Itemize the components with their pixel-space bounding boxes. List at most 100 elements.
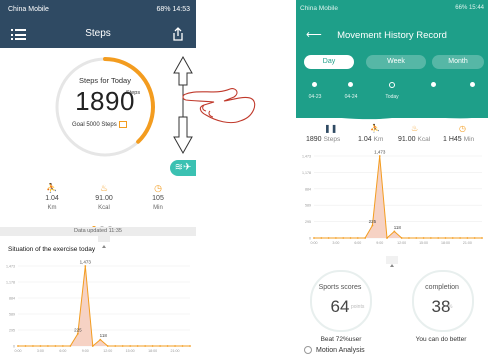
day-dot-selected[interactable] [389,82,395,88]
metric-value: 1 H45 [443,136,462,143]
day-dot[interactable] [431,82,436,87]
data-point [429,237,432,239]
data-point [320,237,323,239]
x-tick-label: 21:00 [463,241,472,245]
metric-duration: ◷ 105 Min [140,183,176,211]
update-bar: Data updated 11:35 [0,227,196,236]
data-point [47,345,49,347]
y-tick-label: 884 [9,297,15,301]
tab-month[interactable]: Month [432,55,484,69]
steps-goal: Goal 5000 Steps [72,121,127,128]
score-label: completion [425,284,459,291]
day-label: 04-24 [344,94,358,100]
x-tick-label: 0:00 [15,349,22,353]
tab-week[interactable]: Week [366,55,426,69]
data-point [481,237,483,239]
metric-unit: Km [47,205,57,211]
x-tick-label: 18:00 [148,349,157,353]
data-point [159,345,161,347]
data-point [473,237,476,239]
chevron-up-icon [390,264,394,267]
tab-day[interactable]: Day [304,55,354,69]
data-point [174,345,176,347]
share-icon[interactable] [172,27,184,41]
metric-value: 1.04 [45,195,59,202]
data-point [166,345,169,347]
data-point [335,237,337,239]
data-point [39,345,42,347]
hand-pointer-icon [182,88,256,124]
down-arrow-icon [173,116,193,155]
metric-value: 1.04 [358,136,372,143]
data-point [91,345,94,347]
y-tick-label: 295 [9,329,15,333]
data-point [378,155,381,157]
header-wave [296,112,488,120]
metric-value: 91.00 [398,136,416,143]
page-title: Movement History Record [337,30,447,41]
clock-icon: ◷ [154,183,162,193]
day-dot[interactable] [470,82,475,87]
data-label: 118 [100,333,108,338]
history-chart: 1,473 1,178 884 589 295 00:00 3:00 6:00 9:00 12:0… [302,150,483,245]
metric-value: 91.00 [95,195,113,202]
metric-distance: 1.04 Km [358,136,383,143]
data-point [151,345,154,347]
metric-unit: Km [373,136,384,143]
x-tick-label: 15:00 [419,241,428,245]
data-point [422,237,425,239]
data-label: 1,473 [80,260,92,265]
metric-duration: 1 H45 Min [443,136,474,143]
day-dot[interactable] [312,82,317,87]
metric-unit: Kcal [417,136,431,143]
x-tick-label: 0:00 [311,241,318,245]
footsteps-icon: ❚❚ [324,124,338,133]
data-point [400,237,403,239]
y-tick-label: 589 [305,204,311,208]
score-footer: You can do better [415,336,467,343]
data-point [144,345,147,347]
data-point [451,237,454,239]
swipe-gesture-illustration [173,55,256,155]
motion-label: Motion Analysis [316,346,365,354]
data-point [17,345,19,347]
data-label: 225 [74,327,82,332]
metric-distance: ⛹ 1.04 Km [34,183,70,211]
y-tick-label: 884 [305,187,311,191]
steps-unit: Steps [126,90,141,96]
edit-goal-icon[interactable] [118,121,127,128]
page-title: Steps [85,28,111,39]
data-point [364,237,367,239]
motion-analysis[interactable]: Motion Analysis [304,346,365,354]
data-point [386,237,388,239]
period-tabs: Day Week Month [300,55,486,69]
x-tick-label: 18:00 [441,241,450,245]
x-tick-label: 3:00 [37,349,44,353]
expand-tab[interactable] [98,236,110,248]
carrier-label: China Mobile [8,6,49,13]
data-point [114,345,117,347]
data-point [181,345,184,347]
header-panel: China Mobile 66% 15:44 ⟵ Movement Histor… [296,0,488,118]
start-run-button[interactable]: ≋✈ [170,160,196,176]
metric-value: 1890 [306,136,322,143]
day-label: Today [385,94,399,100]
metric-steps: 1890 Steps [306,136,340,143]
score-unit: % [448,304,453,310]
data-point [437,237,440,239]
x-tick-label: 3:00 [332,241,339,245]
expand-tab[interactable] [386,256,398,267]
up-arrow-icon [173,55,193,86]
section-title: Situation of the exercise today [8,246,96,253]
chevron-up-icon [102,245,106,248]
y-tick-label: 589 [9,313,15,317]
clock-icon: ◷ [459,124,466,133]
data-point [415,237,418,239]
day-dot[interactable] [348,82,353,87]
metric-unit: Min [463,136,475,143]
nav-bar: Steps [0,20,196,48]
x-tick-label: 6:00 [354,241,361,245]
data-point [444,237,447,239]
steps-count: 1890 [75,86,135,116]
score-value: 38 [431,297,451,316]
